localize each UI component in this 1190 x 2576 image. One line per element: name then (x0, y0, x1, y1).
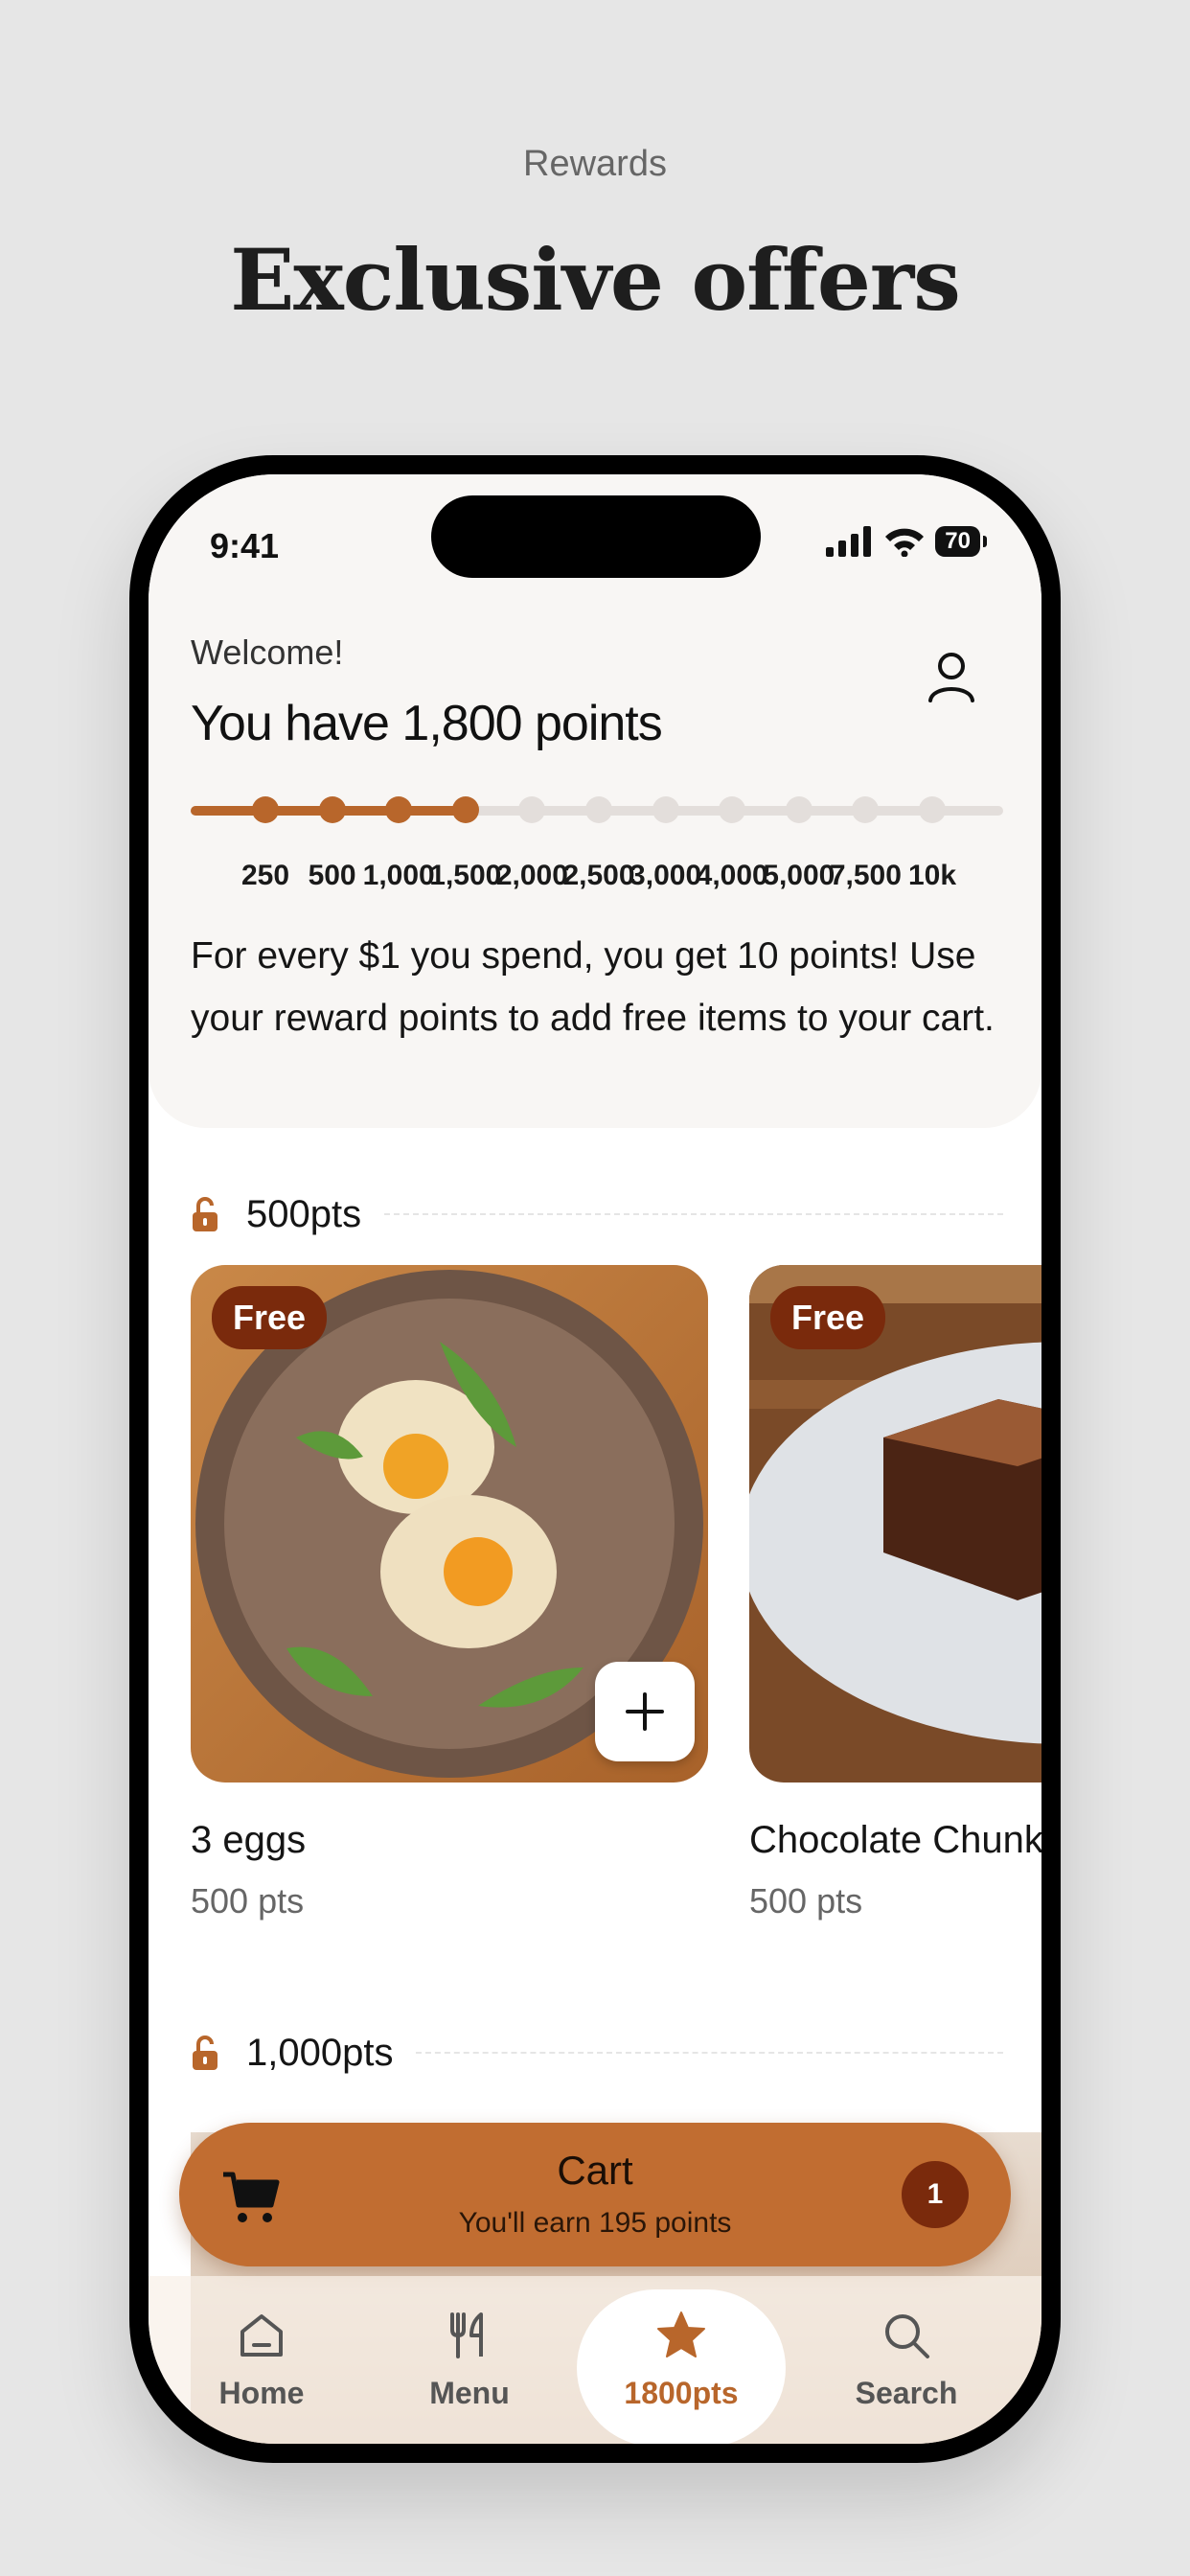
progress-dot (919, 796, 946, 823)
progress-tick-label: 2,500 (562, 860, 635, 891)
welcome-text: Welcome! (191, 632, 344, 672)
progress-dot (385, 796, 413, 823)
search-icon (885, 2314, 929, 2358)
cart-count-badge: 1 (902, 2161, 969, 2228)
user-icon[interactable] (923, 647, 980, 704)
tab-label: Menu (429, 2376, 510, 2410)
page-title: Exclusive offers (230, 230, 961, 330)
progress-tick-label: 7,500 (829, 860, 902, 891)
tab-label: 1800pts (624, 2376, 739, 2410)
tab-label: Search (855, 2376, 958, 2410)
free-badge: Free (770, 1286, 886, 1349)
progress-tick-label: 10k (907, 860, 957, 891)
cart-button[interactable]: Cart You'll earn 195 points 1 (179, 2123, 1011, 2266)
item-name: Chocolate Chunk Brownie (749, 1819, 1041, 1861)
utensils-icon (450, 2312, 483, 2358)
tab-home[interactable]: Home (157, 2289, 366, 2444)
progress-dot (585, 796, 612, 823)
section-1000pts: 1,000pts (191, 2024, 1003, 2082)
points-card: 9:41 70 Welcome! You have 1,800 points F… (149, 474, 1041, 1128)
free-badge: Free (212, 1286, 328, 1349)
section-label: 500pts (246, 1192, 362, 1235)
section-500pts: 500pts (191, 1185, 1003, 1243)
tab-search[interactable]: Search (802, 2289, 1011, 2444)
item-image-brownie[interactable]: Free (749, 1265, 1041, 1782)
points-progress-track (191, 796, 1003, 823)
star-icon (657, 2312, 705, 2358)
progress-dot (852, 796, 880, 823)
cart-title: Cart (557, 2148, 633, 2193)
phone-frame: 9:41 70 Welcome! You have 1,800 points F… (129, 455, 1061, 2463)
progress-tick-label: 250 (240, 860, 290, 891)
reward-item[interactable]: Free 3 eggs 500 pts (191, 1265, 708, 1921)
tab-menu[interactable]: Menu (365, 2289, 574, 2444)
progress-tick-label: 500 (308, 860, 356, 891)
status-icons: 70 (826, 526, 987, 557)
rewards-description: For every $1 you spend, you get 10 point… (191, 935, 995, 1039)
battery-indicator: 70 (935, 526, 987, 557)
page-subtitle: Rewards (523, 144, 667, 184)
reward-item[interactable]: Free Chocolate Chunk Brownie 500 pts (749, 1265, 1041, 1921)
item-points: 500 pts (749, 1881, 863, 1920)
progress-tick-label: 1,000 (362, 860, 435, 891)
progress-dot (318, 796, 346, 823)
progress-dot (252, 796, 279, 823)
dynamic-island (431, 495, 761, 578)
signal-icon (826, 526, 872, 557)
add-item-button[interactable] (595, 1662, 695, 1761)
unlock-icon (193, 2036, 217, 2070)
progress-tick-label: 2,000 (495, 860, 568, 891)
progress-tick-label: 4,000 (696, 860, 768, 891)
progress-dot (518, 796, 546, 823)
item-name: 3 eggs (191, 1819, 307, 1861)
points-title: You have 1,800 points (191, 696, 663, 751)
phone-screen: 9:41 70 Welcome! You have 1,800 points F… (149, 474, 1041, 2444)
progress-dot (785, 796, 812, 823)
wifi-icon (885, 528, 925, 557)
section-divider (416, 2052, 1003, 2054)
progress-tick-label: 3,000 (629, 860, 702, 891)
cart-subtitle: You'll earn 195 points (458, 2207, 732, 2239)
progress-dot (652, 796, 679, 823)
tab-rewards[interactable]: 1800pts (577, 2289, 786, 2444)
progress-dot (451, 796, 479, 823)
status-time: 9:41 (210, 526, 280, 565)
section-divider (384, 1213, 1003, 1215)
plus-icon (626, 1692, 664, 1731)
item-points: 500 pts (191, 1881, 305, 1920)
item-image-eggs[interactable]: Free (191, 1265, 708, 1782)
tab-bar: Home Menu 1800pts Search (149, 2276, 1041, 2444)
progress-dot (719, 796, 746, 823)
section-label: 1,000pts (246, 2031, 394, 2074)
tab-label: Home (218, 2376, 305, 2410)
unlock-icon (193, 1197, 217, 1231)
progress-tick-label: 1,500 (429, 860, 502, 891)
progress-tick-label: 5,000 (763, 860, 835, 891)
home-icon (240, 2314, 283, 2357)
